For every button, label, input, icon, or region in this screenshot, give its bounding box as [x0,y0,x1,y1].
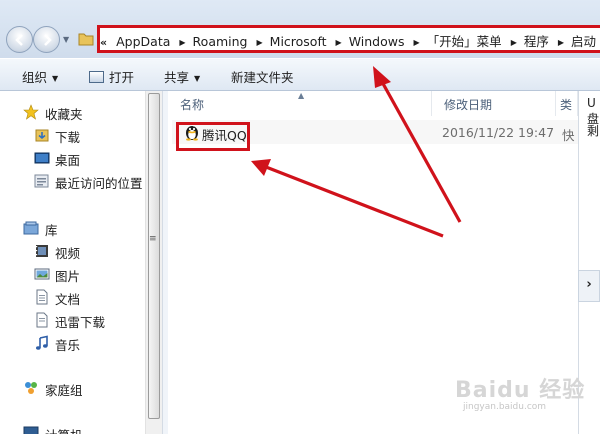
breadcrumb-chevron-icon[interactable]: ▶ [405,38,427,47]
watermark-brand: Baidu 经验 [455,378,586,403]
file-row[interactable]: 腾讯QQ 2016/11/22 19:47 快 [172,120,578,144]
downloads-folder-icon [35,129,49,142]
watermark: Baidu 经验 jingyan.baidu.com [455,368,595,418]
dropdown-arrow-icon: ▼ [52,74,59,83]
breadcrumb-overflow-icon[interactable]: « [100,36,116,49]
column-header-date-label: 修改日期 [444,98,493,112]
nav-favorites[interactable]: 收藏夹 [0,102,140,122]
nav-downloads[interactable]: 下载 [0,125,140,145]
qq-penguin-icon [186,123,198,141]
homegroup-icon [25,382,37,394]
nav-computer[interactable]: 计算机 [0,423,140,434]
music-library-icon [36,335,48,350]
organize-button[interactable]: 组织 ▼ [22,67,58,86]
command-toolbar: 组织 ▼ 打开 共享 ▼ 新建文件夹 [0,58,600,91]
column-header-date[interactable]: 修改日期 [432,91,556,116]
open-label: 打开 [109,70,135,85]
back-button[interactable] [6,26,33,53]
nav-pictures[interactable]: 图片 [0,264,140,284]
nav-libraries-label: 库 [45,223,58,238]
nav-computer-label: 计算机 [45,425,83,434]
breadcrumb-appdata[interactable]: AppData [116,34,170,49]
nav-pane-scrollbar[interactable]: ≡ [145,91,162,434]
file-type: 快 [562,128,575,143]
breadcrumb-programs[interactable]: 程序 [524,31,549,50]
folder-icon [78,33,94,46]
nav-desktop-label: 桌面 [55,153,81,168]
nav-homegroup[interactable]: 家庭组 [0,378,140,398]
nav-xunlei-downloads-label: 迅雷下载 [55,315,106,330]
file-date: 2016/11/22 19:47 [442,125,555,140]
breadcrumb-windows[interactable]: Windows [349,34,405,49]
new-folder-button[interactable]: 新建文件夹 [231,67,294,86]
nav-downloads-label: 下载 [55,130,81,145]
nav-xunlei-downloads[interactable]: 迅雷下载 [0,310,140,330]
breadcrumb-roaming[interactable]: Roaming [193,34,248,49]
nav-recent-places[interactable]: 最近访问的位置 [0,171,143,191]
file-name: 腾讯QQ [202,128,247,143]
nav-desktop[interactable]: 桌面 [0,148,140,168]
breadcrumb-start-menu[interactable]: 「开始」菜单 [427,31,502,50]
navigation-pane: 收藏夹 下载 桌面 最近访问的位置 库 视频 图片 文档 迅雷下载 音乐 家庭组 [0,91,162,434]
recent-pages-dropdown-icon[interactable]: ▼ [63,35,69,44]
library-icon [23,221,39,235]
details-pane-text: 剩 [587,124,600,138]
breadcrumb-chevron-icon[interactable]: ▶ [502,38,524,47]
breadcrumb-startup[interactable]: 启动 [571,31,596,50]
watermark-url: jingyan.baidu.com [463,402,547,412]
back-arrow-icon [15,34,23,46]
video-library-icon [36,245,48,257]
nav-music-label: 音乐 [55,338,81,353]
xunlei-downloads-icon [36,312,48,328]
address-bar-row: ▼ «AppData ▶ Roaming ▶ Microsoft ▶ Windows ▶ 「开始… [0,0,600,58]
share-label: 共享 [164,70,190,85]
nav-videos[interactable]: 视频 [0,241,140,261]
nav-documents-label: 文档 [55,292,81,307]
computer-icon [23,426,39,434]
breadcrumb-chevron-icon[interactable]: ▶ [170,38,192,47]
scrollbar-thumb[interactable] [148,93,160,419]
nav-pictures-label: 图片 [55,269,81,284]
forward-arrow-icon [44,34,52,46]
recent-places-icon [34,174,49,188]
nav-documents[interactable]: 文档 [0,287,140,307]
organize-label: 组织 [22,70,48,85]
forward-button[interactable] [33,26,60,53]
column-header-name-label: 名称 [180,98,205,112]
star-icon [23,104,39,120]
nav-homegroup-label: 家庭组 [45,383,83,398]
open-window-icon [89,71,104,83]
nav-libraries[interactable]: 库 [0,218,140,238]
nav-favorites-label: 收藏夹 [45,107,83,122]
share-button[interactable]: 共享 ▼ [164,67,200,86]
breadcrumb-chevron-icon[interactable]: ▶ [327,38,349,47]
breadcrumb: «AppData ▶ Roaming ▶ Microsoft ▶ Windows ▶ 「开始」菜… [100,31,596,50]
nav-recent-places-label: 最近访问的位置 [55,176,143,191]
breadcrumb-chevron-icon[interactable]: ▶ [248,38,270,47]
nav-music[interactable]: 音乐 [0,333,140,353]
pictures-library-icon [34,268,50,280]
sort-ascending-icon: ▲ [298,91,305,100]
open-button[interactable]: 打开 [89,67,134,86]
expand-pane-chevron-icon[interactable]: › [578,270,600,302]
nav-videos-label: 视频 [55,246,81,261]
dropdown-arrow-icon: ▼ [194,74,201,83]
new-folder-label: 新建文件夹 [231,70,294,85]
scrollbar-grip-icon: ≡ [149,234,157,244]
breadcrumb-chevron-icon[interactable]: ▶ [549,38,571,47]
breadcrumb-microsoft[interactable]: Microsoft [270,34,327,49]
desktop-icon [34,152,50,164]
column-header-type[interactable]: 类 [556,91,578,116]
column-header-type-label: 类 [560,98,573,112]
documents-library-icon [36,289,48,305]
